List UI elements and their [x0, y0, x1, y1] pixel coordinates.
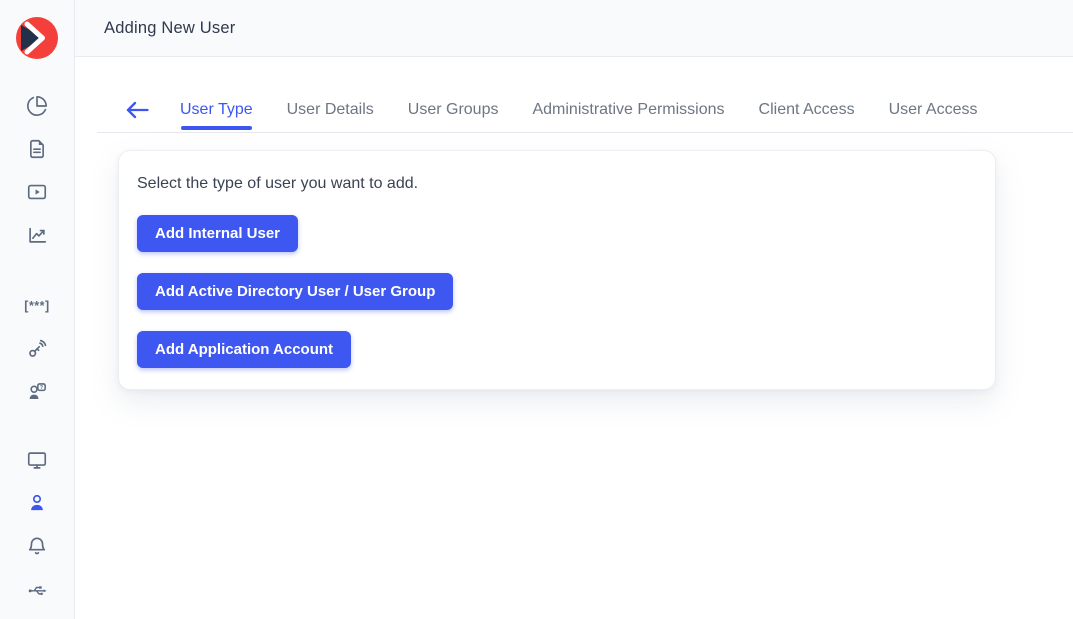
password-brackets-icon: [***] — [24, 299, 49, 313]
sidebar-item-pie-chart[interactable] — [20, 95, 54, 117]
tab-user-groups[interactable]: User Groups — [408, 99, 499, 121]
trend-chart-icon — [26, 224, 48, 246]
page-title: Adding New User — [104, 19, 235, 38]
sidebar-item-video[interactable] — [20, 181, 54, 203]
sidebar-item-notifications[interactable] — [20, 535, 54, 557]
sidebar-item-key-signal[interactable] — [20, 338, 54, 360]
sidebar-item-monitor[interactable] — [20, 449, 54, 471]
wizard-tabs: User Type User Details User Groups Admin… — [180, 99, 978, 121]
back-button[interactable] — [125, 101, 150, 119]
tab-user-access[interactable]: User Access — [889, 99, 978, 121]
sidebar: [***] ? — [0, 0, 75, 619]
document-icon — [26, 138, 48, 160]
add-application-account-button[interactable]: Add Application Account — [137, 331, 351, 368]
tab-client-access[interactable]: Client Access — [759, 99, 855, 121]
back-arrow-icon — [125, 101, 150, 119]
page-header: Adding New User — [75, 0, 1073, 57]
sidebar-item-document[interactable] — [20, 138, 54, 160]
sidebar-item-users[interactable] — [20, 492, 54, 514]
svg-text:?: ? — [40, 385, 43, 391]
monitor-icon — [26, 449, 48, 471]
logo-icon — [16, 17, 58, 59]
sidebar-item-trend-chart[interactable] — [20, 224, 54, 246]
user-type-card: Select the type of user you want to add.… — [118, 150, 996, 390]
add-internal-user-button[interactable]: Add Internal User — [137, 215, 298, 252]
user-icon — [26, 492, 48, 514]
tab-user-type[interactable]: User Type — [180, 99, 253, 121]
app-logo[interactable] — [16, 17, 58, 59]
user-type-buttons: Add Internal User Add Active Directory U… — [137, 215, 977, 368]
sidebar-icon-list: [***] ? — [20, 95, 54, 600]
wizard-tabbar: User Type User Details User Groups Admin… — [97, 57, 1073, 133]
bell-icon — [26, 535, 48, 557]
sidebar-item-passwords[interactable]: [***] — [20, 295, 54, 317]
usb-icon — [27, 579, 48, 600]
sidebar-item-usb[interactable] — [20, 578, 54, 600]
app-root: { "header": { "title": "Adding New User"… — [0, 0, 1073, 619]
user-type-prompt: Select the type of user you want to add. — [137, 175, 977, 193]
key-signal-icon — [26, 338, 48, 360]
add-active-directory-user-button[interactable]: Add Active Directory User / User Group — [137, 273, 453, 310]
user-question-icon: ? — [26, 381, 48, 403]
tab-administrative-permissions[interactable]: Administrative Permissions — [532, 99, 724, 121]
sidebar-item-user-question[interactable]: ? — [20, 381, 54, 403]
tab-user-details[interactable]: User Details — [287, 99, 374, 121]
pie-chart-icon — [26, 95, 48, 117]
video-icon — [26, 181, 48, 203]
